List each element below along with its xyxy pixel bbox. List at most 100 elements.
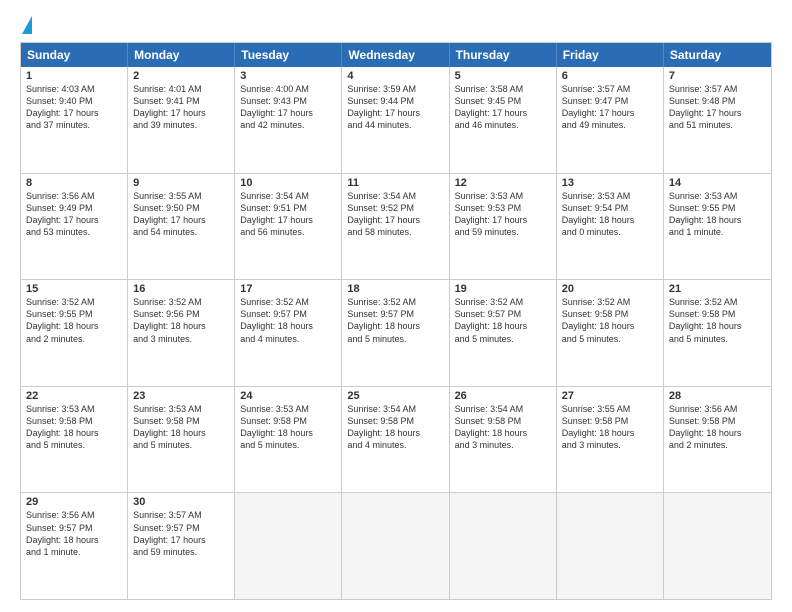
calendar-row: 15Sunrise: 3:52 AM Sunset: 9:55 PM Dayli…	[21, 279, 771, 386]
day-info: Sunrise: 3:52 AM Sunset: 9:58 PM Dayligh…	[562, 296, 658, 345]
day-info: Sunrise: 3:52 AM Sunset: 9:57 PM Dayligh…	[455, 296, 551, 345]
calendar-cell: 13Sunrise: 3:53 AM Sunset: 9:54 PM Dayli…	[557, 174, 664, 280]
day-number: 4	[347, 70, 443, 82]
calendar-cell: 17Sunrise: 3:52 AM Sunset: 9:57 PM Dayli…	[235, 280, 342, 386]
calendar-cell: 10Sunrise: 3:54 AM Sunset: 9:51 PM Dayli…	[235, 174, 342, 280]
day-number: 6	[562, 70, 658, 82]
day-number: 21	[669, 283, 766, 295]
day-number: 9	[133, 177, 229, 189]
calendar-cell: 30Sunrise: 3:57 AM Sunset: 9:57 PM Dayli…	[128, 493, 235, 599]
calendar-cell: 9Sunrise: 3:55 AM Sunset: 9:50 PM Daylig…	[128, 174, 235, 280]
calendar-cell: 5Sunrise: 3:58 AM Sunset: 9:45 PM Daylig…	[450, 67, 557, 173]
day-info: Sunrise: 3:58 AM Sunset: 9:45 PM Dayligh…	[455, 83, 551, 132]
day-info: Sunrise: 3:55 AM Sunset: 9:50 PM Dayligh…	[133, 190, 229, 239]
calendar-row: 29Sunrise: 3:56 AM Sunset: 9:57 PM Dayli…	[21, 492, 771, 599]
header-day-label: Saturday	[664, 43, 771, 67]
calendar-cell	[450, 493, 557, 599]
header	[20, 16, 772, 34]
calendar-header: SundayMondayTuesdayWednesdayThursdayFrid…	[21, 43, 771, 67]
day-number: 3	[240, 70, 336, 82]
calendar-cell: 27Sunrise: 3:55 AM Sunset: 9:58 PM Dayli…	[557, 387, 664, 493]
day-info: Sunrise: 3:53 AM Sunset: 9:53 PM Dayligh…	[455, 190, 551, 239]
day-info: Sunrise: 3:54 AM Sunset: 9:51 PM Dayligh…	[240, 190, 336, 239]
header-day-label: Thursday	[450, 43, 557, 67]
header-day-label: Monday	[128, 43, 235, 67]
day-info: Sunrise: 3:57 AM Sunset: 9:57 PM Dayligh…	[133, 509, 229, 558]
calendar-cell	[664, 493, 771, 599]
header-day-label: Friday	[557, 43, 664, 67]
day-info: Sunrise: 3:52 AM Sunset: 9:57 PM Dayligh…	[347, 296, 443, 345]
day-info: Sunrise: 3:52 AM Sunset: 9:56 PM Dayligh…	[133, 296, 229, 345]
day-number: 5	[455, 70, 551, 82]
calendar-cell: 4Sunrise: 3:59 AM Sunset: 9:44 PM Daylig…	[342, 67, 449, 173]
calendar-cell: 7Sunrise: 3:57 AM Sunset: 9:48 PM Daylig…	[664, 67, 771, 173]
day-info: Sunrise: 3:53 AM Sunset: 9:58 PM Dayligh…	[133, 403, 229, 452]
day-info: Sunrise: 3:56 AM Sunset: 9:49 PM Dayligh…	[26, 190, 122, 239]
day-info: Sunrise: 3:53 AM Sunset: 9:58 PM Dayligh…	[240, 403, 336, 452]
calendar-row: 1Sunrise: 4:03 AM Sunset: 9:40 PM Daylig…	[21, 67, 771, 173]
day-number: 10	[240, 177, 336, 189]
page: SundayMondayTuesdayWednesdayThursdayFrid…	[0, 0, 792, 612]
day-info: Sunrise: 4:03 AM Sunset: 9:40 PM Dayligh…	[26, 83, 122, 132]
calendar-cell: 16Sunrise: 3:52 AM Sunset: 9:56 PM Dayli…	[128, 280, 235, 386]
logo-text	[20, 16, 34, 34]
day-info: Sunrise: 3:54 AM Sunset: 9:58 PM Dayligh…	[347, 403, 443, 452]
calendar-cell	[235, 493, 342, 599]
day-info: Sunrise: 3:52 AM Sunset: 9:55 PM Dayligh…	[26, 296, 122, 345]
day-number: 2	[133, 70, 229, 82]
calendar-cell: 18Sunrise: 3:52 AM Sunset: 9:57 PM Dayli…	[342, 280, 449, 386]
calendar-cell: 12Sunrise: 3:53 AM Sunset: 9:53 PM Dayli…	[450, 174, 557, 280]
calendar-cell: 26Sunrise: 3:54 AM Sunset: 9:58 PM Dayli…	[450, 387, 557, 493]
calendar-row: 22Sunrise: 3:53 AM Sunset: 9:58 PM Dayli…	[21, 386, 771, 493]
calendar-cell: 1Sunrise: 4:03 AM Sunset: 9:40 PM Daylig…	[21, 67, 128, 173]
calendar-cell: 22Sunrise: 3:53 AM Sunset: 9:58 PM Dayli…	[21, 387, 128, 493]
day-number: 14	[669, 177, 766, 189]
day-number: 26	[455, 390, 551, 402]
day-number: 23	[133, 390, 229, 402]
day-number: 30	[133, 496, 229, 508]
calendar-cell: 24Sunrise: 3:53 AM Sunset: 9:58 PM Dayli…	[235, 387, 342, 493]
day-number: 11	[347, 177, 443, 189]
day-info: Sunrise: 3:53 AM Sunset: 9:58 PM Dayligh…	[26, 403, 122, 452]
day-info: Sunrise: 3:54 AM Sunset: 9:52 PM Dayligh…	[347, 190, 443, 239]
calendar-cell: 3Sunrise: 4:00 AM Sunset: 9:43 PM Daylig…	[235, 67, 342, 173]
calendar-body: 1Sunrise: 4:03 AM Sunset: 9:40 PM Daylig…	[21, 67, 771, 599]
day-number: 1	[26, 70, 122, 82]
day-number: 29	[26, 496, 122, 508]
day-number: 15	[26, 283, 122, 295]
day-info: Sunrise: 3:56 AM Sunset: 9:58 PM Dayligh…	[669, 403, 766, 452]
day-info: Sunrise: 4:00 AM Sunset: 9:43 PM Dayligh…	[240, 83, 336, 132]
day-number: 28	[669, 390, 766, 402]
calendar-cell: 6Sunrise: 3:57 AM Sunset: 9:47 PM Daylig…	[557, 67, 664, 173]
day-number: 27	[562, 390, 658, 402]
day-number: 8	[26, 177, 122, 189]
day-info: Sunrise: 3:53 AM Sunset: 9:54 PM Dayligh…	[562, 190, 658, 239]
calendar-cell: 29Sunrise: 3:56 AM Sunset: 9:57 PM Dayli…	[21, 493, 128, 599]
day-number: 16	[133, 283, 229, 295]
day-number: 25	[347, 390, 443, 402]
logo-triangle-icon	[22, 16, 32, 34]
day-info: Sunrise: 3:52 AM Sunset: 9:57 PM Dayligh…	[240, 296, 336, 345]
day-number: 13	[562, 177, 658, 189]
day-info: Sunrise: 3:53 AM Sunset: 9:55 PM Dayligh…	[669, 190, 766, 239]
day-number: 20	[562, 283, 658, 295]
calendar-row: 8Sunrise: 3:56 AM Sunset: 9:49 PM Daylig…	[21, 173, 771, 280]
day-number: 24	[240, 390, 336, 402]
day-info: Sunrise: 4:01 AM Sunset: 9:41 PM Dayligh…	[133, 83, 229, 132]
day-info: Sunrise: 3:56 AM Sunset: 9:57 PM Dayligh…	[26, 509, 122, 558]
day-info: Sunrise: 3:55 AM Sunset: 9:58 PM Dayligh…	[562, 403, 658, 452]
day-info: Sunrise: 3:52 AM Sunset: 9:58 PM Dayligh…	[669, 296, 766, 345]
day-number: 17	[240, 283, 336, 295]
calendar-cell: 8Sunrise: 3:56 AM Sunset: 9:49 PM Daylig…	[21, 174, 128, 280]
calendar-cell: 25Sunrise: 3:54 AM Sunset: 9:58 PM Dayli…	[342, 387, 449, 493]
day-info: Sunrise: 3:57 AM Sunset: 9:47 PM Dayligh…	[562, 83, 658, 132]
header-day-label: Tuesday	[235, 43, 342, 67]
day-number: 22	[26, 390, 122, 402]
calendar-cell	[557, 493, 664, 599]
day-info: Sunrise: 3:57 AM Sunset: 9:48 PM Dayligh…	[669, 83, 766, 132]
calendar-cell: 19Sunrise: 3:52 AM Sunset: 9:57 PM Dayli…	[450, 280, 557, 386]
calendar-cell: 11Sunrise: 3:54 AM Sunset: 9:52 PM Dayli…	[342, 174, 449, 280]
calendar-cell: 23Sunrise: 3:53 AM Sunset: 9:58 PM Dayli…	[128, 387, 235, 493]
day-number: 7	[669, 70, 766, 82]
calendar: SundayMondayTuesdayWednesdayThursdayFrid…	[20, 42, 772, 600]
